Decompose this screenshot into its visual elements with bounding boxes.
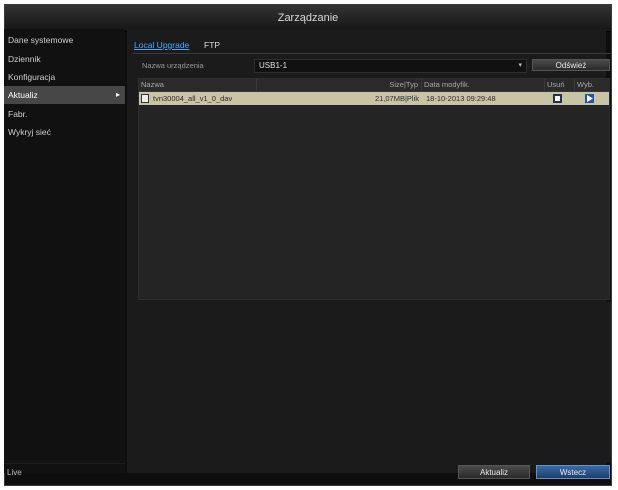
play-icon[interactable] [585,94,594,103]
sidebar-item-configuration[interactable]: Konfiguracja [4,68,125,86]
file-icon [141,94,149,103]
sidebar-item-upgrade[interactable]: Aktualiz ▸ [4,86,125,104]
file-modified-date: 18-10-2013 09:29:48 [426,94,496,103]
chevron-right-icon: ▸ [115,90,120,99]
file-name: tvn30004_all_v1_0_dav [153,94,233,103]
sidebar: Dane systemowe Dziennik Konfiguracja Akt… [4,29,125,473]
sidebar-item-label: Dziennik [8,54,41,64]
column-header-size-type: Size|Typ [257,79,422,91]
sidebar-item-system-info[interactable]: Dane systemowe [4,31,125,49]
back-button[interactable]: Wstecz [536,465,610,479]
sidebar-item-label: Fabr. [8,109,28,119]
sidebar-item-net-detect[interactable]: Wykryj sieć [4,123,125,141]
tab-divider [133,53,611,54]
sidebar-item-label: Dane systemowe [8,35,74,45]
device-name-label: Nazwa urządzenia [142,61,204,70]
column-header-modified: Data modyfik. [422,79,545,91]
refresh-button[interactable]: Odśwież [532,59,610,71]
table-row[interactable]: tvn30004_all_v1_0_dav 21,07MB|Plik 18-10… [139,92,609,105]
sidebar-item-label: Wykryj sieć [8,127,51,137]
sidebar-item-factory-default[interactable]: Fabr. [4,105,125,123]
file-table: Nazwa Size|Typ Data modyfik. Usuń Wyb. t… [138,78,610,300]
column-header-delete: Usuń [545,79,575,91]
tab-local-upgrade[interactable]: Local Upgrade [134,40,189,50]
window-title: Zarządzanie [5,5,611,32]
live-view-link[interactable]: Live [4,463,125,481]
chevron-down-icon: ▾ [518,62,522,69]
device-select[interactable]: USB1-1 ▾ [254,59,527,73]
file-size-type: 21,07MB|Plik [374,94,419,103]
upgrade-button[interactable]: Aktualiz [458,465,530,479]
table-header: Nazwa Size|Typ Data modyfik. Usuń Wyb. [139,79,609,92]
content-empty-area [133,302,611,462]
device-select-value: USB1-1 [259,61,288,70]
tab-ftp[interactable]: FTP [204,40,220,50]
column-header-select: Wyb. [577,80,595,89]
sidebar-item-label: Konfiguracja [8,72,56,82]
column-header-name: Nazwa [139,79,257,91]
sidebar-item-log[interactable]: Dziennik [4,50,125,68]
delete-icon[interactable] [553,94,562,103]
sidebar-item-label: Aktualiz [8,90,38,100]
